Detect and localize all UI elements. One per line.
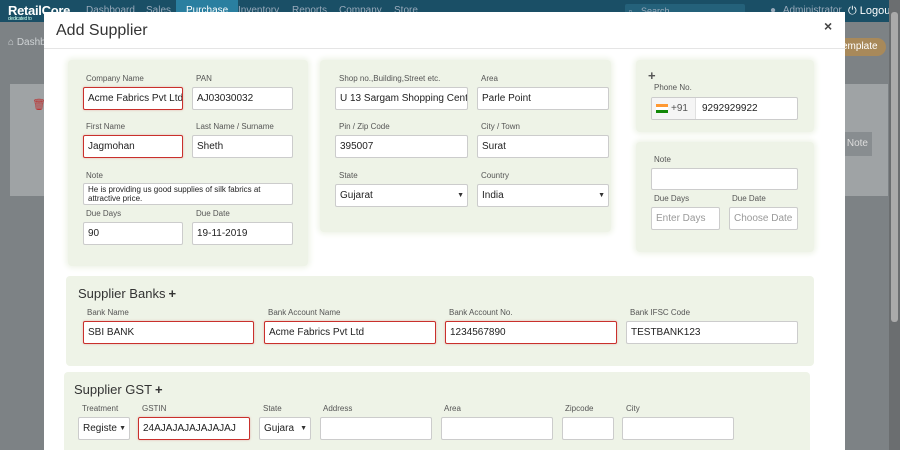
gst-zipcode-label: Zipcode bbox=[565, 404, 594, 413]
state-select-value: Gujarat bbox=[340, 190, 373, 201]
note-label: Note bbox=[86, 171, 103, 180]
contact-note-textarea[interactable] bbox=[651, 168, 798, 190]
home-icon: ⌂ bbox=[8, 37, 15, 48]
area-input[interactable]: Parle Point bbox=[477, 87, 609, 110]
gst-state-select[interactable]: Gujara ▼ bbox=[259, 417, 311, 440]
first-name-input[interactable]: Jagmohan bbox=[83, 135, 183, 158]
scrollbar-thumb[interactable] bbox=[891, 12, 898, 322]
gst-city-label: City bbox=[626, 404, 640, 413]
last-name-input[interactable]: Sheth bbox=[192, 135, 293, 158]
contact-due-days-label: Due Days bbox=[654, 194, 690, 203]
city-label: City / Town bbox=[481, 122, 520, 131]
last-name-label: Last Name / Surname bbox=[196, 122, 274, 131]
company-panel: Company Name Acme Fabrics Pvt Ltd PAN AJ… bbox=[68, 60, 308, 266]
gst-state-select-value: Gujara bbox=[264, 423, 295, 434]
gst-address-input[interactable] bbox=[320, 417, 432, 440]
close-icon[interactable]: × bbox=[824, 18, 832, 34]
gst-city-input[interactable] bbox=[622, 417, 734, 440]
state-select[interactable]: Gujarat ▼ bbox=[335, 184, 468, 207]
modal-header-divider bbox=[44, 48, 845, 49]
gst-state-label: State bbox=[263, 404, 282, 413]
pin-input[interactable]: 395007 bbox=[335, 135, 468, 158]
gst-area-label: Area bbox=[444, 404, 461, 413]
chevron-down-icon: ▼ bbox=[300, 425, 307, 432]
supplier-gst-title: Supplier GST + bbox=[74, 382, 163, 397]
modal-title: Add Supplier bbox=[56, 22, 148, 39]
chevron-down-icon: ▼ bbox=[119, 425, 126, 432]
shop-input[interactable]: U 13 Sargam Shopping Centre bbox=[335, 87, 468, 110]
breadcrumb-label: Dashb bbox=[16, 37, 46, 48]
state-label: State bbox=[339, 171, 358, 180]
pin-label: Pin / Zip Code bbox=[339, 122, 390, 131]
gst-address-label: Address bbox=[323, 404, 353, 413]
phone-label: Phone No. bbox=[654, 83, 692, 92]
account-name-label: Bank Account Name bbox=[268, 308, 341, 317]
city-input[interactable]: Surat bbox=[477, 135, 609, 158]
country-select[interactable]: India ▼ bbox=[477, 184, 609, 207]
contact-panel: + Phone No. +91 9292929922 bbox=[636, 60, 814, 132]
phone-input[interactable]: +91 9292929922 bbox=[651, 97, 798, 120]
due-days-label: Due Days bbox=[86, 209, 122, 218]
address-panel: Shop no.,Building,Street etc. U 13 Sarga… bbox=[320, 60, 611, 232]
breadcrumb: ⌂ Dashb bbox=[8, 37, 46, 48]
country-select-value: India bbox=[482, 190, 504, 201]
supplier-gst-title-text: Supplier GST bbox=[74, 382, 153, 397]
supplier-gst-panel: Supplier GST + Treatment Registe ▼ GSTIN … bbox=[64, 372, 810, 450]
treatment-label: Treatment bbox=[82, 404, 119, 413]
contact-due-days-input[interactable]: Enter Days bbox=[651, 207, 720, 230]
add-bank-icon[interactable]: + bbox=[168, 286, 176, 301]
first-name-label: First Name bbox=[86, 122, 126, 131]
treatment-select-value: Registe bbox=[83, 423, 117, 434]
ifsc-input[interactable]: TESTBANK123 bbox=[626, 321, 798, 344]
due-date-input[interactable]: 19-11-2019 bbox=[192, 222, 293, 245]
gstin-label: GSTIN bbox=[142, 404, 167, 413]
pan-input[interactable]: AJ03030032 bbox=[192, 87, 293, 110]
contact-due-date-label: Due Date bbox=[732, 194, 766, 203]
add-phone-icon[interactable]: + bbox=[648, 68, 656, 83]
account-no-input[interactable]: 1234567890 bbox=[445, 321, 617, 344]
account-no-label: Bank Account No. bbox=[449, 308, 513, 317]
treatment-select[interactable]: Registe ▼ bbox=[78, 417, 130, 440]
page-scrollbar[interactable] bbox=[889, 0, 900, 450]
due-days-input[interactable]: 90 bbox=[83, 222, 183, 245]
company-name-input[interactable]: Acme Fabrics Pvt Ltd bbox=[83, 87, 183, 110]
shop-label: Shop no.,Building,Street etc. bbox=[339, 74, 441, 83]
pan-label: PAN bbox=[196, 74, 212, 83]
due-date-label: Due Date bbox=[196, 209, 230, 218]
ifsc-label: Bank IFSC Code bbox=[630, 308, 691, 317]
company-name-label: Company Name bbox=[86, 74, 144, 83]
bank-name-input[interactable]: SBI BANK bbox=[83, 321, 254, 344]
supplier-banks-title-text: Supplier Banks bbox=[78, 286, 166, 301]
template-button[interactable]: emplate bbox=[838, 38, 886, 56]
phone-prefix-code: +91 bbox=[671, 103, 688, 114]
supplier-banks-panel: Supplier Banks + Bank Name SBI BANK Bank … bbox=[66, 276, 814, 366]
area-label: Area bbox=[481, 74, 498, 83]
chevron-down-icon: ▼ bbox=[598, 192, 605, 199]
country-label: Country bbox=[481, 171, 510, 180]
phone-country-picker[interactable]: +91 bbox=[652, 98, 696, 119]
gst-zipcode-input[interactable] bbox=[562, 417, 614, 440]
account-name-input[interactable]: Acme Fabrics Pvt Ltd bbox=[264, 321, 436, 344]
note-textarea[interactable]: He is providing us good supplies of silk… bbox=[83, 183, 293, 205]
phone-number: 9292929922 bbox=[702, 103, 758, 114]
india-flag-icon bbox=[656, 103, 668, 113]
supplier-banks-title: Supplier Banks + bbox=[78, 286, 176, 301]
add-gst-icon[interactable]: + bbox=[155, 382, 163, 397]
chevron-down-icon: ▼ bbox=[457, 192, 464, 199]
contact-note-panel: Note Due Days Enter Days Due Date Choose… bbox=[636, 142, 814, 252]
power-icon: ⏻ bbox=[848, 5, 857, 17]
bank-name-label: Bank Name bbox=[87, 308, 129, 317]
gstin-input[interactable]: 24AJAJAJAJAJAJAJ bbox=[138, 417, 250, 440]
logout-button[interactable]: ⏻ Logout bbox=[848, 5, 893, 18]
contact-due-date-input[interactable]: Choose Date bbox=[729, 207, 798, 230]
add-supplier-modal: Add Supplier × Company Name Acme Fabrics… bbox=[44, 12, 845, 450]
contact-note-label: Note bbox=[654, 155, 671, 164]
gst-area-input[interactable] bbox=[441, 417, 553, 440]
